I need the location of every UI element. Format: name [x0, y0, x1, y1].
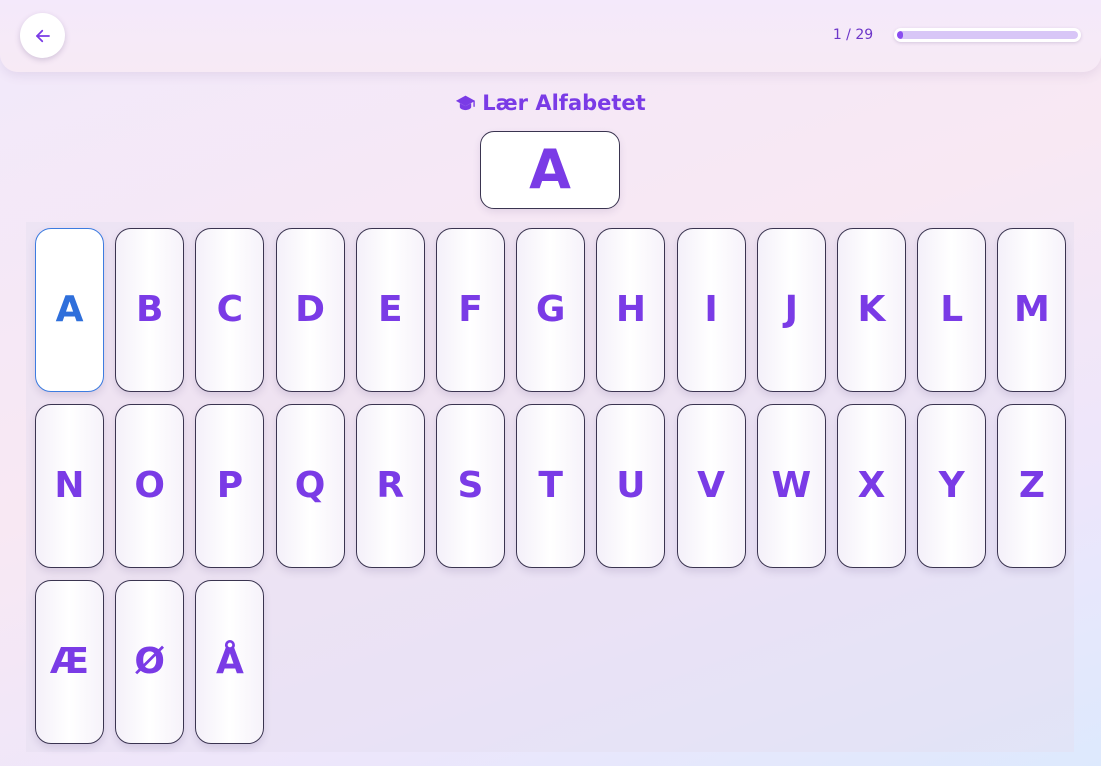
letter-tile[interactable]: P	[195, 404, 265, 568]
graduation-cap-icon	[455, 93, 476, 114]
page-title-text: Lær Alfabetet	[482, 91, 646, 115]
progress-counter: 1 / 29	[832, 27, 874, 43]
letter-tile-label: J	[784, 289, 798, 330]
letter-tile[interactable]: X	[837, 404, 906, 568]
letter-tile[interactable]: H	[596, 228, 666, 392]
letter-tile-label: V	[697, 465, 726, 506]
letter-tile-label: Æ	[49, 641, 90, 682]
letter-tile-label: I	[704, 289, 718, 330]
letter-tile[interactable]: A	[35, 228, 104, 392]
letter-tile[interactable]: Æ	[35, 580, 104, 744]
letter-tile-label: X	[857, 465, 886, 506]
letter-tile[interactable]: W	[756, 404, 826, 568]
letter-tile-label: N	[54, 465, 85, 506]
letter-tile-label: Q	[294, 465, 326, 506]
progress-bar-fill	[897, 31, 904, 39]
letter-tile-label: R	[376, 465, 405, 506]
letter-tile[interactable]: Z	[997, 404, 1067, 568]
letter-tile-label: Å	[215, 641, 244, 682]
letter-tile-label: A	[55, 289, 84, 330]
letter-tile-label: E	[378, 289, 403, 330]
letter-tile-label: G	[535, 289, 566, 330]
letter-tile[interactable]: G	[516, 228, 586, 392]
letter-tile[interactable]: L	[917, 228, 987, 392]
letter-tile[interactable]: V	[676, 404, 746, 568]
letter-tile-label: H	[615, 289, 646, 330]
letter-tile-label: Ø	[134, 641, 165, 682]
letter-tile[interactable]: M	[997, 228, 1067, 392]
letter-tile[interactable]: T	[516, 404, 586, 568]
letter-tile[interactable]: Y	[917, 404, 987, 568]
letter-tile-label: M	[1013, 289, 1050, 330]
letter-tile[interactable]: D	[275, 228, 345, 392]
arrow-left-icon	[35, 29, 50, 42]
letter-tile-label: F	[458, 289, 483, 330]
letter-tile[interactable]: Ø	[115, 580, 185, 744]
letter-tile[interactable]: B	[115, 228, 185, 392]
letter-tile[interactable]: R	[355, 404, 425, 568]
letter-tile-label: O	[134, 465, 165, 506]
letter-tile-label: P	[216, 465, 244, 506]
letter-tile[interactable]: O	[115, 404, 185, 568]
letter-tile[interactable]: K	[837, 228, 906, 392]
current-letter-display: A	[480, 131, 620, 209]
letter-tile-label: B	[135, 289, 164, 330]
letter-tile-label: T	[538, 465, 563, 506]
letter-tile[interactable]: F	[436, 228, 505, 392]
top-bar: 1 / 29	[0, 0, 1101, 72]
letter-tile[interactable]: J	[756, 228, 826, 392]
letter-tile[interactable]: Q	[275, 404, 345, 568]
letter-tile[interactable]: I	[676, 228, 746, 392]
letter-tile-label: W	[771, 465, 812, 506]
letter-tile-label: C	[216, 289, 244, 330]
letter-tile-label: Y	[938, 465, 965, 506]
letter-tile[interactable]: E	[355, 228, 425, 392]
letter-tile[interactable]: S	[436, 404, 505, 568]
progress-bar	[894, 28, 1081, 42]
letter-tile-label: Z	[1018, 465, 1045, 506]
letter-tile[interactable]: Å	[195, 580, 265, 744]
page-title: Lær Alfabetet	[0, 91, 1101, 115]
letter-tile[interactable]: C	[195, 228, 265, 392]
current-letter: A	[529, 138, 571, 201]
letter-tile-label: K	[857, 289, 886, 330]
letter-tile-label: D	[295, 289, 326, 330]
letter-tile-label: U	[616, 465, 646, 506]
letter-tile[interactable]: U	[596, 404, 666, 568]
back-button[interactable]	[20, 13, 65, 58]
letter-tile-label: L	[940, 289, 964, 330]
letter-tile[interactable]: N	[35, 404, 104, 568]
alphabet-grid: A B C D E F G H I J K L M N O P Q R S T U V W X Y Z Æ Ø Å	[26, 222, 1074, 752]
letter-tile-label: S	[457, 465, 484, 506]
